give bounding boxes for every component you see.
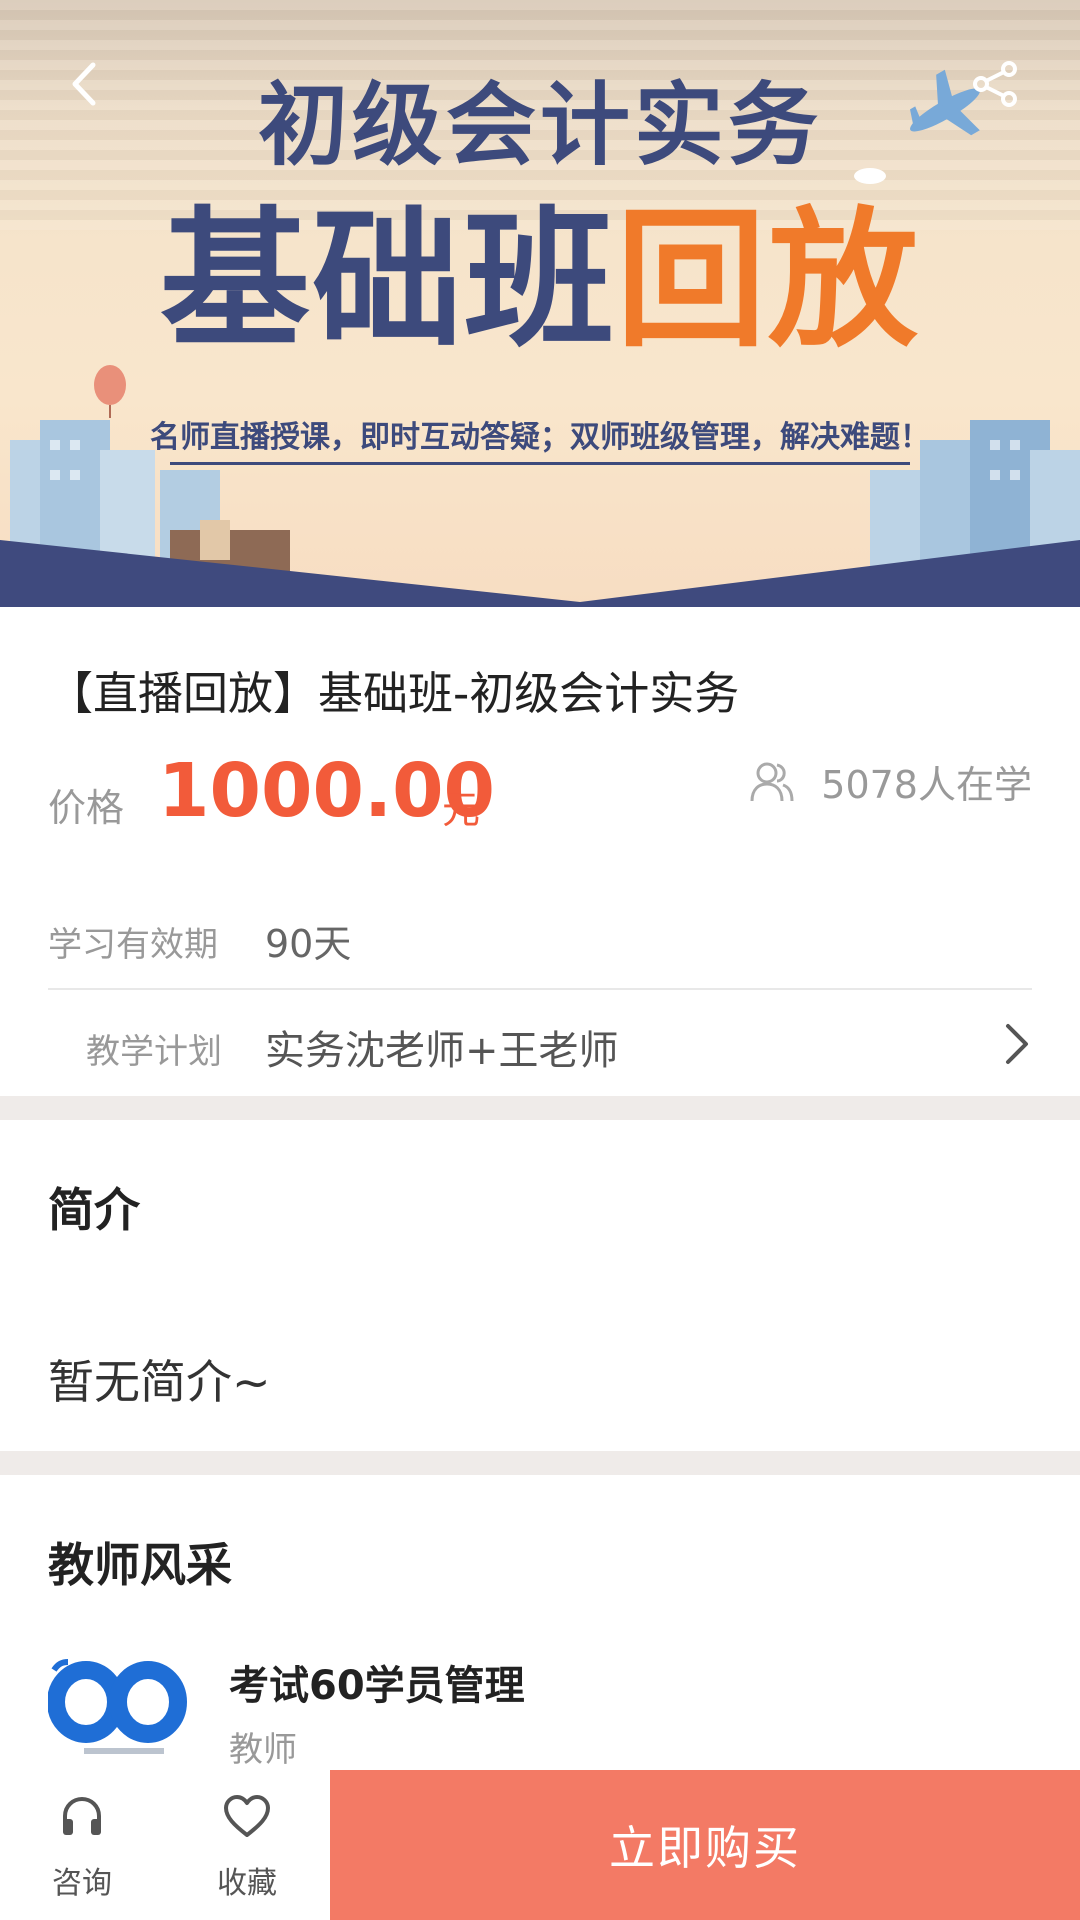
favorite-button[interactable]: 收藏 bbox=[172, 1770, 322, 1920]
buy-now-button[interactable]: 立即购买 bbox=[330, 1770, 1080, 1920]
teaching-plan-row[interactable]: 教学计划 实务沈老师+王老师 bbox=[0, 992, 1080, 1095]
intro-section-title: 简介 bbox=[48, 1183, 140, 1237]
banner-title: 初级会计实务 bbox=[258, 73, 822, 178]
banner-subtitle-part1: 基础班 bbox=[159, 194, 616, 368]
teachers-section-title: 教师风采 bbox=[48, 1538, 232, 1592]
back-button[interactable] bbox=[45, 44, 125, 124]
learners-text: 5078人在学 bbox=[821, 763, 1032, 807]
favorite-label: 收藏 bbox=[217, 1866, 277, 1901]
chevron-left-icon bbox=[72, 62, 96, 106]
section-gap bbox=[0, 1096, 1080, 1120]
validity-label: 学习有效期 bbox=[48, 925, 218, 965]
heart-icon bbox=[224, 1795, 270, 1837]
section-gap bbox=[0, 1451, 1080, 1475]
banner-subtitle: 基础班回放 bbox=[0, 196, 1080, 366]
plan-value: 实务沈老师+王老师 bbox=[265, 1028, 619, 1074]
headset-icon bbox=[63, 1796, 101, 1835]
bottom-action-bar: 咨询 收藏 立即购买 bbox=[0, 1770, 1080, 1920]
course-banner: 初级会计实务 基础班回放 名师直播授课，即时互动答疑；双师班级管理，解决难题！ bbox=[0, 0, 1080, 607]
price-label: 价格 bbox=[48, 786, 125, 830]
validity-value: 90天 bbox=[265, 922, 352, 966]
intro-text: 暂无简介~ bbox=[48, 1355, 271, 1409]
share-icon bbox=[973, 61, 1017, 107]
teacher-role: 教师 bbox=[229, 1730, 297, 1770]
teacher-name: 考试60学员管理 bbox=[229, 1663, 525, 1709]
consult-label: 咨询 bbox=[52, 1866, 112, 1901]
plan-label: 教学计划 bbox=[86, 1032, 222, 1072]
consult-button[interactable]: 咨询 bbox=[7, 1770, 157, 1920]
banner-slogan: 名师直播授课，即时互动答疑；双师班级管理，解决难题！ bbox=[150, 420, 930, 455]
price-unit: 元 bbox=[442, 788, 481, 832]
users-icon bbox=[750, 762, 794, 801]
share-button[interactable] bbox=[955, 44, 1035, 124]
banner-subtitle-part2: 回放 bbox=[616, 194, 921, 368]
divider bbox=[48, 988, 1032, 990]
learners-count: 5078人在学 bbox=[749, 754, 1032, 809]
banner-slogan-underline bbox=[170, 462, 910, 465]
course-title: 【直播回放】基础班-初级会计实务 bbox=[48, 667, 740, 720]
chevron-right-icon bbox=[1006, 1024, 1028, 1064]
teacher-avatar bbox=[48, 1659, 187, 1754]
